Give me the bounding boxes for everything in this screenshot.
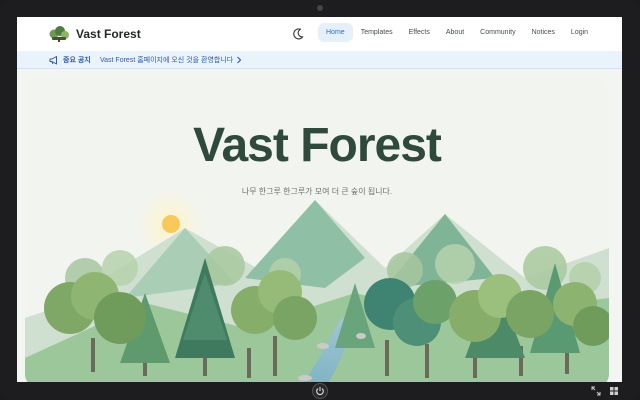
- notice-label: 중요 공지: [63, 57, 91, 64]
- chevron-right-icon[interactable]: [235, 55, 243, 65]
- nav-notices[interactable]: Notices: [524, 23, 563, 42]
- main-nav: Home Templates Effects About Community N…: [318, 23, 596, 42]
- logo-text: Vast Forest: [76, 27, 141, 41]
- nav-home[interactable]: Home: [318, 23, 353, 42]
- nav-about[interactable]: About: [438, 23, 472, 42]
- forest-logo-icon: [49, 26, 69, 42]
- top-navbar: Vast Forest Home Templates Effects About…: [17, 17, 622, 51]
- notice-text[interactable]: Vast Forest 홈페이지에 오신 것을 환영합니다: [100, 55, 233, 65]
- nav-login[interactable]: Login: [563, 23, 596, 42]
- grid-icon[interactable]: [609, 386, 619, 396]
- power-button[interactable]: [312, 383, 328, 399]
- screen: Vast Forest Home Templates Effects About…: [17, 17, 622, 382]
- hero-subtitle: 나무 한그루 한그루가 모여 더 큰 숲이 됩니다.: [241, 187, 393, 196]
- hero-section: Vast Forest 나무 한그루 한그루가 모여 더 큰 숲이 됩니다.: [25, 78, 609, 382]
- power-icon: [316, 387, 324, 395]
- camera-dot: [317, 5, 323, 11]
- moon-icon[interactable]: [291, 27, 305, 41]
- site-logo[interactable]: Vast Forest: [48, 25, 141, 43]
- hero-title: Vast Forest: [193, 119, 442, 172]
- nav-community[interactable]: Community: [472, 23, 523, 42]
- expand-icon[interactable]: [591, 386, 601, 396]
- notice-banner[interactable]: 중요 공지 Vast Forest 홈페이지에 오신 것을 환영합니다: [17, 51, 622, 69]
- nav-templates[interactable]: Templates: [353, 23, 401, 42]
- nav-effects[interactable]: Effects: [401, 23, 438, 42]
- device-frame: Vast Forest Home Templates Effects About…: [0, 0, 640, 400]
- megaphone-icon: [49, 56, 57, 65]
